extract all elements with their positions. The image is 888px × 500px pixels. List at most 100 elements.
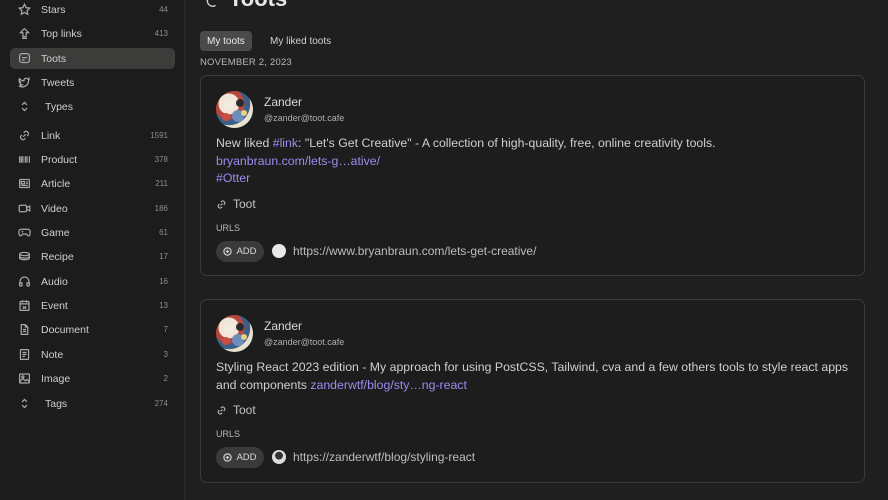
toot-text: Styling React 2023 edition - My approach… xyxy=(216,359,852,394)
plus-circle-icon xyxy=(223,247,233,256)
toot-icon xyxy=(17,52,31,66)
sidebar-item-count: 16 xyxy=(159,277,168,286)
tab-my-liked-toots[interactable]: My liked toots xyxy=(263,31,338,51)
sidebar-item-label: Video xyxy=(41,202,68,215)
recipe-icon xyxy=(17,250,31,264)
sidebar-item-toots[interactable]: Toots xyxy=(10,48,175,69)
note-icon xyxy=(17,348,31,362)
sidebar-item-label: Note xyxy=(41,348,64,361)
toot-short-link[interactable]: zanderwtf/blog/sty…ng-react xyxy=(310,378,467,392)
sidebar-item-link[interactable]: Link 1591 xyxy=(10,125,175,146)
sidebar-item-count: 378 xyxy=(154,155,168,164)
sidebar-section-tags[interactable]: Tags 274 xyxy=(10,393,175,414)
sidebar-item-label: Stars xyxy=(41,3,66,16)
sidebar-item-count: 17 xyxy=(159,252,168,261)
urls-label: URLS xyxy=(216,223,241,233)
date-heading: NOVEMBER 2, 2023 xyxy=(200,57,292,68)
avatar[interactable] xyxy=(216,91,253,128)
sidebar-section-types[interactable]: Types xyxy=(10,96,175,117)
tab-my-toots[interactable]: My toots xyxy=(200,31,252,51)
calendar-icon xyxy=(17,299,31,313)
sidebar-item-document[interactable]: Document 7 xyxy=(10,319,175,340)
plus-circle-icon xyxy=(223,453,233,462)
author-name[interactable]: Zander xyxy=(264,95,302,109)
product-icon xyxy=(17,153,31,167)
sidebar-item-video[interactable]: Video 186 xyxy=(10,198,175,219)
toot-type-label: Toot xyxy=(233,197,256,211)
sidebar-item-recipe[interactable]: Recipe 17 xyxy=(10,246,175,267)
author-handle[interactable]: @zander@toot.cafe xyxy=(264,113,344,123)
chevron-updown-icon xyxy=(17,397,31,411)
chevron-updown-icon xyxy=(17,100,31,114)
add-url-button[interactable]: ADD xyxy=(216,241,264,262)
toot-card: Zander @zander@toot.cafe New liked #link… xyxy=(200,75,865,276)
sidebar-item-label: Top links xyxy=(41,27,82,40)
sidebar-item-count: 413 xyxy=(154,29,168,38)
urls-label: URLS xyxy=(216,429,241,439)
sidebar-item-count: 211 xyxy=(155,179,168,188)
toot-text-segment: : "Let's Get Creative" - A collection of… xyxy=(298,136,716,150)
toot-type-label: Toot xyxy=(233,403,256,417)
sidebar-item-count: 186 xyxy=(154,204,168,213)
sidebar-item-product[interactable]: Product 378 xyxy=(10,149,175,170)
sidebar-item-label: Game xyxy=(41,226,70,239)
toot-card: Zander @zander@toot.cafe Styling React 2… xyxy=(200,299,865,483)
main-content: Toots My toots My liked toots NOVEMBER 2… xyxy=(185,0,888,500)
sidebar-item-label: Product xyxy=(41,153,78,166)
sidebar-item-label: Tags xyxy=(45,397,68,410)
toot-type-row: Toot xyxy=(216,403,256,417)
url-link[interactable]: https://www.bryanbraun.com/lets-get-crea… xyxy=(293,244,536,258)
toot-text: New liked #link: "Let's Get Creative" - … xyxy=(216,135,852,188)
toot-icon xyxy=(205,0,219,8)
sidebar-item-label: Document xyxy=(41,323,89,336)
sidebar-item-audio[interactable]: Audio 16 xyxy=(10,271,175,292)
bird-icon xyxy=(17,76,31,90)
avatar[interactable] xyxy=(216,315,253,352)
add-label: ADD xyxy=(236,246,257,257)
hashtag-link[interactable]: #link xyxy=(273,136,298,150)
sidebar-item-stars[interactable]: Stars 44 xyxy=(10,0,175,20)
sidebar-item-label: Article xyxy=(41,177,71,190)
sidebar-item-article[interactable]: Article 211 xyxy=(10,173,175,194)
sidebar-item-label: Audio xyxy=(41,275,68,288)
top-links-icon xyxy=(17,27,31,41)
sidebar-item-game[interactable]: Game 61 xyxy=(10,222,175,243)
sidebar-item-count: 1591 xyxy=(150,131,168,140)
sidebar-item-tweets[interactable]: Tweets xyxy=(10,72,175,93)
sidebar-item-note[interactable]: Note 3 xyxy=(10,344,175,365)
link-icon xyxy=(217,199,226,209)
toot-short-link[interactable]: bryanbraun.com/lets-g…ative/ xyxy=(216,154,380,168)
document-icon xyxy=(17,323,31,337)
sidebar: Stars 44 Top links 413 Toots Tweets Type… xyxy=(0,0,185,500)
toot-text-segment: New liked xyxy=(216,136,273,150)
hashtag-otter[interactable]: #Otter xyxy=(216,171,250,185)
add-label: ADD xyxy=(236,452,257,463)
sidebar-item-label: Toots xyxy=(41,52,67,65)
page-title: Toots xyxy=(229,0,287,12)
headphones-icon xyxy=(17,275,31,289)
link-icon xyxy=(17,129,31,143)
site-favicon xyxy=(272,450,286,464)
sidebar-item-label: Recipe xyxy=(41,250,74,263)
sidebar-item-label: Image xyxy=(41,372,71,385)
star-icon xyxy=(17,3,31,17)
link-icon xyxy=(217,405,226,415)
article-icon xyxy=(17,177,31,191)
toot-type-row: Toot xyxy=(216,197,256,211)
sidebar-item-count: 7 xyxy=(163,325,168,334)
sidebar-item-label: Types xyxy=(45,100,74,113)
video-icon xyxy=(17,202,31,216)
sidebar-item-count: 2 xyxy=(163,374,168,383)
sidebar-item-label: Link xyxy=(41,129,61,142)
sidebar-item-image[interactable]: Image 2 xyxy=(10,368,175,389)
add-url-button[interactable]: ADD xyxy=(216,447,264,468)
sidebar-item-count: 274 xyxy=(154,399,168,408)
author-handle[interactable]: @zander@toot.cafe xyxy=(264,337,344,347)
sidebar-item-event[interactable]: Event 13 xyxy=(10,295,175,316)
url-link[interactable]: https://zanderwtf/blog/styling-react xyxy=(293,450,475,464)
image-icon xyxy=(17,372,31,386)
sidebar-item-count: 61 xyxy=(159,228,168,237)
sidebar-item-count: 13 xyxy=(159,301,168,310)
author-name[interactable]: Zander xyxy=(264,319,302,333)
sidebar-item-top-links[interactable]: Top links 413 xyxy=(10,23,175,44)
